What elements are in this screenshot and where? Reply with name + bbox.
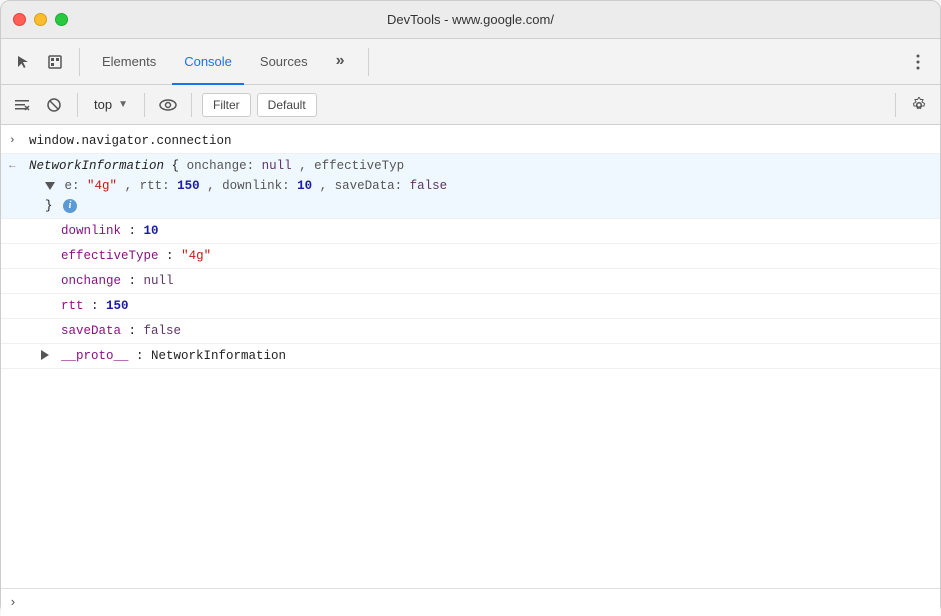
- object-class-name: NetworkInformation: [29, 159, 172, 173]
- expand-triangle[interactable]: [45, 182, 55, 190]
- kebab-menu-icon[interactable]: [904, 48, 932, 76]
- console-line-input: › window.navigator.connection: [1, 129, 940, 154]
- toolbar-divider-2: [368, 48, 369, 76]
- object-brace-open: {: [172, 159, 180, 173]
- cursor-icon[interactable]: [9, 48, 37, 76]
- block-icon[interactable]: [41, 92, 67, 118]
- maximize-button[interactable]: [55, 13, 68, 26]
- context-dropdown-arrow: ▼: [118, 99, 128, 110]
- minimize-button[interactable]: [34, 13, 47, 26]
- context-divider-2: [144, 93, 145, 117]
- context-selector[interactable]: top ▼: [88, 92, 134, 118]
- tab-sources[interactable]: Sources: [248, 39, 320, 85]
- input-prompt-icon: ›: [9, 595, 17, 610]
- tab-more[interactable]: »: [324, 39, 358, 85]
- window-title: DevTools - www.google.com/: [387, 12, 554, 27]
- output-content: NetworkInformation { onchange: null , ef…: [29, 156, 932, 216]
- main-toolbar: Elements Console Sources »: [1, 39, 940, 85]
- info-icon[interactable]: i: [63, 199, 77, 213]
- default-level-button[interactable]: Default: [257, 93, 317, 117]
- close-button[interactable]: [13, 13, 26, 26]
- console-output: › window.navigator.connection ← NetworkI…: [1, 125, 940, 588]
- traffic-lights: [13, 13, 68, 26]
- prop-downlink: downlink : 10: [1, 219, 940, 244]
- proto-expand-triangle[interactable]: [41, 350, 49, 360]
- prop-proto: __proto__ : NetworkInformation: [1, 344, 940, 369]
- filter-button[interactable]: Filter: [202, 93, 251, 117]
- output-arrow: ←: [9, 156, 29, 176]
- context-label: top: [94, 97, 112, 112]
- console-input[interactable]: [25, 596, 932, 610]
- eye-icon[interactable]: [155, 92, 181, 118]
- gear-icon[interactable]: [906, 92, 932, 118]
- toolbar-divider-1: [79, 48, 80, 76]
- console-input-text: window.navigator.connection: [29, 131, 932, 151]
- prop-saveData: saveData : false: [1, 319, 940, 344]
- context-divider-3: [191, 93, 192, 117]
- prop-onchange: onchange : null: [1, 269, 940, 294]
- title-bar: DevTools - www.google.com/: [1, 1, 940, 39]
- tab-elements[interactable]: Elements: [90, 39, 168, 85]
- console-wrapper: › window.navigator.connection ← NetworkI…: [1, 125, 940, 616]
- console-toolbar: top ▼ Filter Default: [1, 85, 940, 125]
- inspect-icon[interactable]: [41, 48, 69, 76]
- prop-rtt: rtt : 150: [1, 294, 940, 319]
- console-line-output: ← NetworkInformation { onchange: null , …: [1, 154, 940, 219]
- tab-console[interactable]: Console: [172, 39, 244, 85]
- context-divider-1: [77, 93, 78, 117]
- context-divider-4: [895, 93, 896, 117]
- console-input-line: ›: [1, 588, 940, 616]
- clear-console-icon[interactable]: [9, 92, 35, 118]
- prop-effectiveType: effectiveType : "4g": [1, 244, 940, 269]
- input-arrow: ›: [9, 131, 29, 151]
- filter-area: Filter Default: [202, 93, 885, 117]
